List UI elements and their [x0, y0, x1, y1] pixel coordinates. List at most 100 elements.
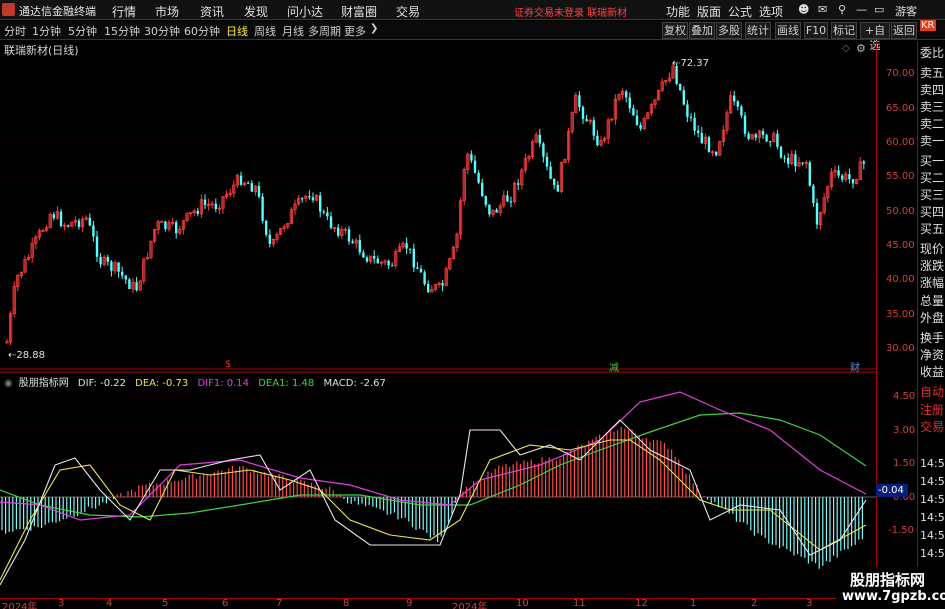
candle-body: [329, 216, 333, 228]
quote-label: 涨跌: [920, 259, 945, 273]
chart-canvas[interactable]: [0, 0, 945, 609]
candle-body: [268, 234, 271, 244]
quote-label[interactable]: 交易: [920, 418, 944, 435]
candle-body: [88, 217, 91, 226]
time-tick: 9: [406, 598, 413, 609]
trade-time: 14:56: [920, 493, 945, 506]
candle-body: [837, 170, 840, 176]
price-tick: 35.00: [886, 309, 915, 320]
candle-body: [628, 97, 631, 109]
event-marker-reduce[interactable]: 减: [609, 359, 619, 374]
candle-body: [635, 115, 639, 126]
quote-label[interactable]: 注册: [920, 401, 944, 418]
candle-body: [362, 252, 365, 258]
time-tick: 1: [690, 598, 697, 609]
time-tick: 5: [162, 598, 169, 609]
candlestick-series: [5, 62, 865, 346]
candle-body: [639, 125, 642, 129]
candle-body: [801, 162, 804, 164]
diamond-icon[interactable]: ◇: [842, 43, 850, 54]
trade-time: 14:56: [920, 547, 945, 560]
candle-body: [697, 130, 700, 133]
candle-body: [164, 221, 167, 230]
candle-body: [405, 243, 408, 249]
event-marker-dividend[interactable]: $: [225, 359, 231, 370]
trade-time: 14:56: [920, 457, 945, 470]
macd-legend: ◉ 股朋指标网 DIF: -0.22 DEA: -0.73 DIF1: 0.14 …: [4, 374, 392, 389]
candle-body: [509, 201, 513, 203]
time-tick: 3: [58, 598, 65, 609]
quote-label: 现价: [920, 242, 945, 256]
candle-body: [776, 133, 779, 147]
legend-dif1: DIF1: 0.14: [197, 378, 250, 389]
candle-body: [841, 175, 844, 180]
quote-label: 卖一: [920, 134, 945, 148]
candle-body: [128, 279, 131, 289]
candle-body: [542, 143, 545, 157]
legend-dif: DIF: -0.22: [77, 378, 126, 389]
candle-body: [679, 83, 682, 91]
dea-line: [0, 439, 867, 581]
candle-body: [808, 162, 811, 186]
candle-body: [373, 256, 376, 259]
candle-body: [470, 154, 473, 161]
candle-body: [740, 106, 743, 116]
candle-body: [682, 90, 685, 105]
quote-label: 卖四: [920, 83, 945, 97]
candle-body: [117, 262, 120, 272]
candle-body: [110, 261, 113, 271]
candle-body: [733, 95, 736, 102]
candle-body: [596, 135, 599, 146]
quote-label: 买四: [920, 205, 945, 219]
quote-label: 外盘: [920, 311, 945, 325]
time-tick: 10: [516, 598, 529, 609]
time-tick: 2: [751, 598, 758, 609]
candle-body: [95, 236, 99, 257]
candle-body: [203, 199, 207, 205]
collapse-icon[interactable]: ◉: [4, 378, 13, 389]
candle-body: [538, 134, 541, 144]
event-marker-finance[interactable]: 财: [850, 359, 860, 374]
quote-label: 委比: [920, 46, 945, 60]
price-tick: 65.00: [886, 103, 915, 114]
price-tick: 55.00: [886, 171, 915, 182]
candle-body: [517, 183, 520, 185]
candle-body: [52, 214, 55, 219]
candle-body: [387, 260, 390, 266]
candle-body: [473, 160, 477, 173]
candle-body: [92, 225, 95, 237]
candle-body: [160, 220, 164, 223]
candle-body: [124, 275, 127, 280]
candle-body: [409, 248, 412, 250]
quote-label: 买五: [920, 222, 945, 236]
candle-body: [779, 146, 783, 158]
watermark-title: 股朋指标网: [850, 571, 926, 589]
quote-label[interactable]: 自动: [920, 383, 944, 400]
candle-body: [769, 141, 772, 143]
candle-body: [196, 210, 199, 214]
macd-histogram: [1, 426, 864, 569]
settings-icon[interactable]: ⚙: [856, 42, 866, 55]
quote-label: 买一: [920, 154, 945, 168]
candle-body: [848, 174, 851, 180]
candle-body: [632, 108, 635, 116]
candle-body: [484, 196, 487, 205]
indicator-name[interactable]: 股朋指标网: [19, 378, 69, 389]
candle-body: [347, 229, 351, 242]
candle-body: [106, 257, 109, 262]
candle-body: [261, 196, 264, 221]
candle-body: [736, 101, 739, 107]
candle-body: [549, 166, 552, 179]
candle-body: [700, 132, 703, 144]
candle-body: [265, 220, 268, 235]
candle-body: [862, 161, 865, 164]
candle-body: [239, 175, 243, 185]
time-tick: 8: [343, 598, 350, 609]
candle-body: [121, 271, 124, 276]
quote-label: 涨幅: [920, 276, 945, 290]
time-tick: 4: [106, 598, 113, 609]
candle-body: [488, 204, 491, 215]
candle-body: [301, 198, 304, 200]
price-tick: 70.00: [886, 68, 915, 79]
time-tick: 12: [635, 598, 648, 609]
